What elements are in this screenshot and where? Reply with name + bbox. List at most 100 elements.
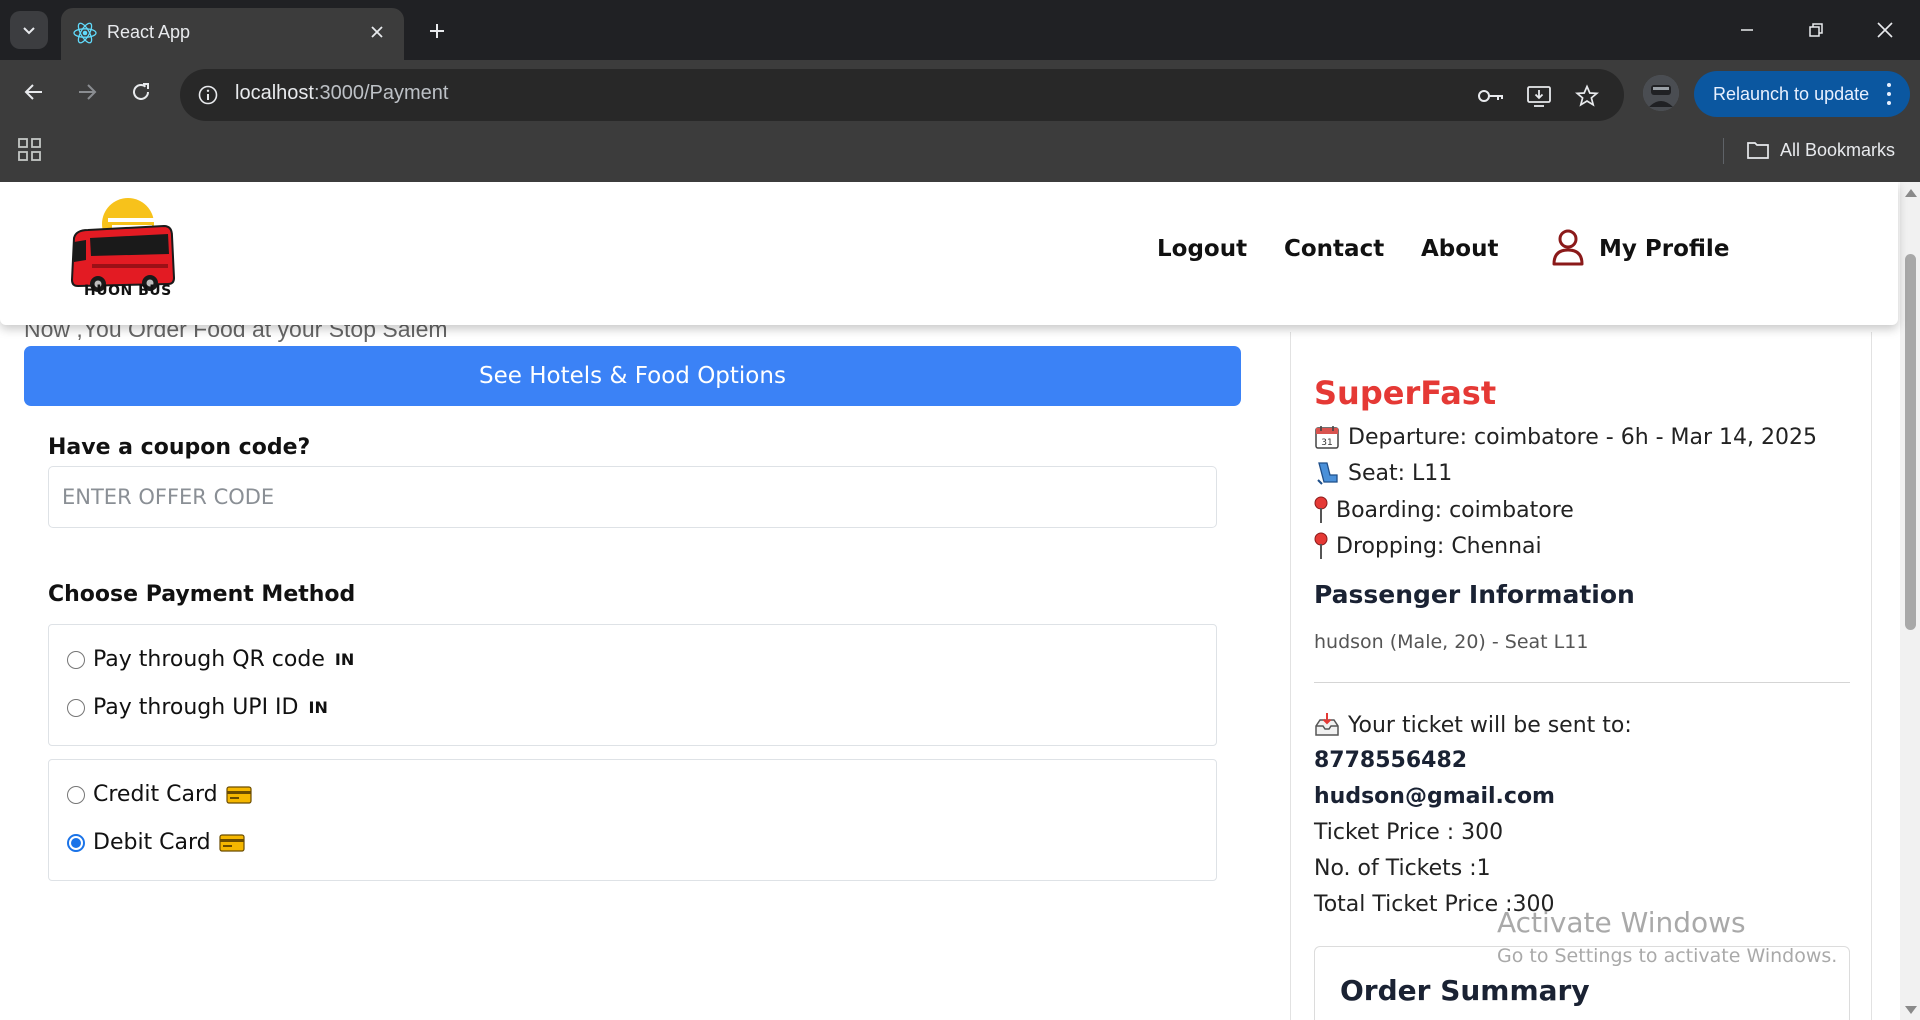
url-path: :3000/Payment xyxy=(313,82,449,104)
tab-search-button[interactable] xyxy=(10,11,48,49)
passenger-details: hudson (Male, 20) - Seat L11 xyxy=(1314,631,1589,653)
relaunch-to-update-button[interactable]: Relaunch to update xyxy=(1694,71,1910,117)
apps-grid-icon[interactable] xyxy=(17,137,43,163)
reload-button[interactable] xyxy=(121,72,161,112)
url-text[interactable]: localhost:3000/Payment xyxy=(235,82,448,105)
boarding-info: Boarding: coimbatore xyxy=(1314,496,1574,524)
bookmark-star-button[interactable] xyxy=(1571,80,1603,112)
install-app-button[interactable] xyxy=(1523,80,1555,112)
tab-title: React App xyxy=(107,22,191,42)
dropping-info: Dropping: Chennai xyxy=(1314,532,1542,560)
pay-qr-code-radio[interactable] xyxy=(67,650,85,669)
minimize-window-button[interactable] xyxy=(1725,8,1769,52)
key-icon xyxy=(1478,90,1503,102)
ticket-count: No. of Tickets :1 xyxy=(1314,856,1491,881)
credit-card-icon xyxy=(226,785,252,804)
credit-card-option[interactable]: Credit Card xyxy=(67,782,252,807)
browser-tab-bar: React App xyxy=(0,0,1920,60)
bookmarks-bar: All Bookmarks xyxy=(0,125,1920,182)
react-logo-icon xyxy=(73,22,97,44)
close-icon xyxy=(371,26,383,38)
order-summary-card: Order Summary xyxy=(1314,946,1850,1020)
departure-info: 31 Departure: coimbatore - 6h - Mar 14, … xyxy=(1314,424,1817,450)
ticket-sent-label: Your ticket will be sent to: xyxy=(1348,712,1632,738)
pay-qr-code-option[interactable]: Pay through QR code IN xyxy=(67,647,354,672)
close-window-button[interactable] xyxy=(1863,8,1907,52)
nav-my-profile-link[interactable]: My Profile xyxy=(1599,236,1729,262)
india-flag-badge: IN xyxy=(334,650,355,669)
url-host: localhost xyxy=(235,82,314,104)
booking-summary-panel: SuperFast 31 Departure: coimbatore - 6h … xyxy=(1290,332,1872,1020)
contact-email: hudson@gmail.com xyxy=(1314,784,1555,809)
ticket-price: Ticket Price : 300 xyxy=(1314,820,1504,845)
info-icon xyxy=(198,85,218,105)
more-vert-icon[interactable] xyxy=(1886,83,1892,105)
seat-icon xyxy=(1317,462,1338,485)
all-bookmarks-button[interactable]: All Bookmarks xyxy=(1746,135,1895,165)
tab-close-button[interactable] xyxy=(364,19,390,45)
debit-card-radio[interactable] xyxy=(67,833,85,852)
pay-qr-code-label: Pay through QR code xyxy=(93,647,325,672)
scroll-up-arrow-icon[interactable] xyxy=(1905,189,1917,197)
scroll-down-arrow-icon[interactable] xyxy=(1905,1006,1917,1014)
upi-payment-group: Pay through QR code IN Pay through UPI I… xyxy=(48,624,1217,746)
browser-profile-avatar[interactable] xyxy=(1643,75,1679,111)
dropping-text: Dropping: Chennai xyxy=(1336,533,1542,559)
address-bar[interactable]: localhost:3000/Payment xyxy=(180,69,1624,121)
credit-card-icon xyxy=(219,833,245,852)
new-tab-button[interactable] xyxy=(420,14,454,48)
restore-icon xyxy=(1809,23,1823,37)
forward-button[interactable] xyxy=(67,72,107,112)
total-ticket-price: Total Ticket Price :300 xyxy=(1314,892,1555,917)
arrow-right-icon xyxy=(79,84,97,100)
contact-phone: 8778556482 xyxy=(1314,748,1468,773)
bookmarks-separator xyxy=(1723,138,1724,164)
debit-card-label: Debit Card xyxy=(93,830,211,855)
payment-method-heading: Choose Payment Method xyxy=(48,582,356,607)
site-navbar: HUON BUS Logout Contact About My Profile xyxy=(0,182,1898,325)
india-flag-badge: IN xyxy=(308,698,328,717)
pay-upi-id-radio[interactable] xyxy=(67,698,85,717)
see-hotels-food-button[interactable]: See Hotels & Food Options xyxy=(24,346,1241,406)
plus-icon xyxy=(430,24,444,38)
folder-icon xyxy=(1747,142,1769,159)
page-viewport: HUON BUS Logout Contact About My Profile… xyxy=(0,182,1920,1020)
departure-text: Departure: coimbatore - 6h - Mar 14, 202… xyxy=(1348,424,1818,450)
scrollbar-thumb[interactable] xyxy=(1905,254,1916,630)
coupon-code-input[interactable] xyxy=(48,466,1217,528)
credit-card-radio[interactable] xyxy=(67,785,85,804)
inbox-tray-icon xyxy=(1315,713,1339,736)
svg-text:31: 31 xyxy=(1321,438,1332,448)
pay-upi-id-label: Pay through UPI ID xyxy=(93,695,299,720)
browser-tab-active[interactable]: React App xyxy=(61,8,404,60)
map-pin-icon xyxy=(1314,496,1328,523)
reload-icon xyxy=(133,83,149,100)
boarding-text: Boarding: coimbatore xyxy=(1336,497,1574,523)
nav-contact-link[interactable]: Contact xyxy=(1284,236,1384,262)
all-bookmarks-label: All Bookmarks xyxy=(1780,139,1896,160)
user-icon[interactable] xyxy=(1551,228,1585,266)
password-manager-button[interactable] xyxy=(1475,80,1507,112)
seat-text: Seat: L11 xyxy=(1348,460,1453,486)
minimize-icon xyxy=(1741,29,1753,31)
page-scrollbar[interactable] xyxy=(1900,182,1920,1020)
card-payment-group: Credit Card Debit Card xyxy=(48,759,1217,881)
order-summary-heading: Order Summary xyxy=(1340,974,1590,1007)
coupon-label: Have a coupon code? xyxy=(48,435,311,460)
nav-about-link[interactable]: About xyxy=(1421,236,1498,262)
arrow-left-icon xyxy=(24,84,42,100)
restore-window-button[interactable] xyxy=(1794,8,1838,52)
debit-card-option[interactable]: Debit Card xyxy=(67,830,245,855)
site-info-button[interactable] xyxy=(193,80,223,110)
passenger-info-heading: Passenger Information xyxy=(1314,580,1635,609)
avatar-icon xyxy=(1643,75,1679,111)
seat-info: Seat: L11 xyxy=(1314,460,1452,486)
relaunch-label: Relaunch to update xyxy=(1713,83,1870,104)
bus-name: SuperFast xyxy=(1314,374,1497,412)
back-button[interactable] xyxy=(14,72,54,112)
nav-logout-link[interactable]: Logout xyxy=(1157,236,1247,262)
pay-upi-id-option[interactable]: Pay through UPI ID IN xyxy=(67,695,328,720)
credit-card-label: Credit Card xyxy=(93,782,218,807)
chevron-down-icon xyxy=(23,27,35,35)
close-icon xyxy=(1877,22,1893,38)
